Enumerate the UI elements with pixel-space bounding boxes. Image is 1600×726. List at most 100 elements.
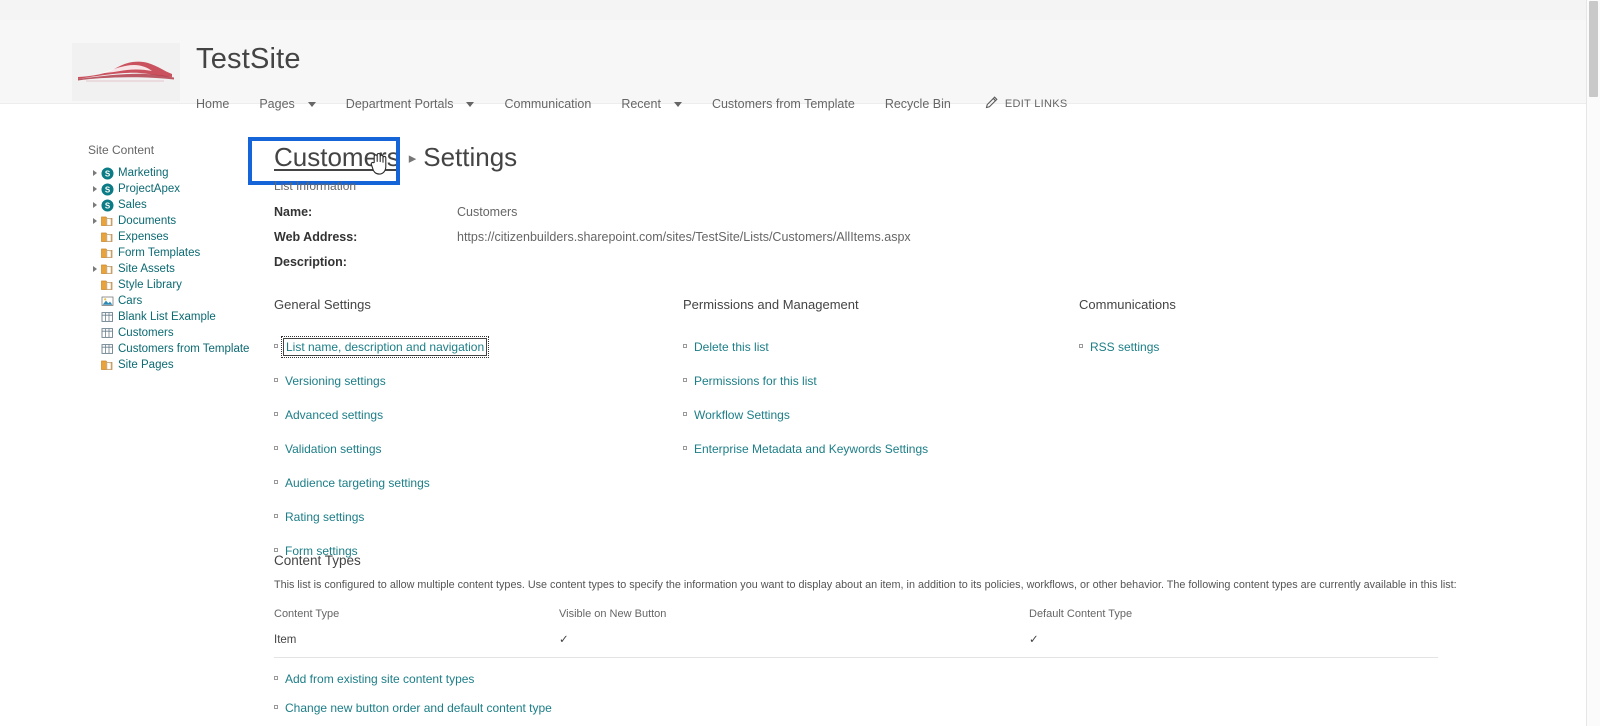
link-label[interactable]: Advanced settings [284,407,384,423]
tree-item-customers[interactable]: Customers [88,325,278,341]
chevron-down-icon[interactable] [307,101,316,107]
communications-column: Communications RSS settings [1079,296,1409,373]
tree-item-label[interactable]: Customers from Template [118,341,249,357]
expand-arrow-icon[interactable] [88,218,101,224]
link-label[interactable]: Enterprise Metadata and Keywords Setting… [693,441,929,457]
tree-item-documents[interactable]: Documents [88,213,278,229]
nav-item-home[interactable]: Home [196,96,229,112]
tree-item-projectapex[interactable]: S ProjectApex [88,181,278,197]
sharepoint-list-settings-page: TestSite Home Pages Department Portals C… [0,0,1600,726]
bullet-icon [274,475,284,484]
tree-item-label[interactable]: Style Library [118,277,182,293]
link-audience-targeting-settings[interactable]: Audience targeting settings [274,475,674,491]
link-add-from-existing-site-content-types[interactable]: Add from existing site content types [274,671,1514,687]
bullet-icon [274,373,284,382]
tree-item-form-templates[interactable]: Form Templates [88,245,278,261]
link-change-new-button-order[interactable]: Change new button order and default cont… [274,700,1514,716]
link-form-settings[interactable]: Form settings [274,543,674,559]
bullet-icon [274,543,284,552]
edit-links-button[interactable]: EDIT LINKS [985,96,1068,112]
link-label[interactable]: RSS settings [1089,339,1160,355]
link-label[interactable]: Audience targeting settings [284,475,431,491]
nav-item-recent[interactable]: Recent [621,96,682,112]
site-logo-icon[interactable] [72,43,180,101]
nav-item-communication[interactable]: Communication [504,96,591,112]
info-key: Web Address: [274,230,358,244]
link-delete-this-list[interactable]: Delete this list [683,339,1073,355]
link-validation-settings[interactable]: Validation settings [274,441,674,457]
scrollbar-thumb[interactable] [1589,1,1598,97]
link-advanced-settings[interactable]: Advanced settings [274,407,674,423]
table-header-row: Content Type Visible on New Button Defau… [274,607,1438,632]
link-label[interactable]: Rating settings [284,509,365,525]
tree-item-site-pages[interactable]: Site Pages [88,357,278,373]
tree-item-expenses[interactable]: Expenses [88,229,278,245]
tree-item-sales[interactable]: S Sales [88,197,278,213]
link-permissions-for-this-list[interactable]: Permissions for this list [683,373,1073,389]
tree-item-label[interactable]: Expenses [118,229,169,245]
nav-item-label: Department Portals [345,97,454,111]
breadcrumb-list-link[interactable]: Customers [274,140,400,174]
sharepoint-site-icon: S [101,167,118,180]
nav-item-pages[interactable]: Pages [259,96,316,112]
list-icon [101,343,118,355]
tree-item-label[interactable]: Site Assets [118,261,175,277]
tree-item-marketing[interactable]: S Marketing [88,165,278,181]
tree-item-site-assets[interactable]: Site Assets [88,261,278,277]
expand-arrow-icon[interactable] [88,202,101,208]
link-enterprise-metadata-keywords-settings[interactable]: Enterprise Metadata and Keywords Setting… [683,441,1073,457]
link-list-name-description-navigation[interactable]: List name, description and navigation [274,336,674,358]
info-key: Description: [274,255,347,269]
document-library-icon [101,231,118,244]
nav-item-department-portals[interactable]: Department Portals [346,96,475,112]
link-label[interactable]: Permissions for this list [693,373,818,389]
bullet-icon [274,671,284,680]
pencil-icon [985,96,998,112]
chevron-down-icon[interactable] [466,101,475,107]
bullet-icon [274,700,284,709]
link-label[interactable]: Versioning settings [284,373,387,389]
tree-item-cars[interactable]: Cars [88,293,278,309]
nav-item-customers-from-template[interactable]: Customers from Template [712,96,855,112]
tree-item-label[interactable]: Cars [118,293,142,309]
cell-visible-on-new-button-check: ✓ [559,632,1029,658]
cell-content-type-name[interactable]: Item [274,632,559,658]
nav-item-recycle-bin[interactable]: Recycle Bin [885,96,951,112]
link-workflow-settings[interactable]: Workflow Settings [683,407,1073,423]
table-row: Name: Customers [274,204,911,229]
tree-item-label[interactable]: Site Pages [118,357,174,373]
link-label[interactable]: Add from existing site content types [284,671,475,687]
tree-item-label[interactable]: Documents [118,213,176,229]
document-library-icon [101,215,118,228]
link-label[interactable]: Form settings [284,543,359,559]
nav-item-label: Recent [621,97,661,111]
tree-item-style-library[interactable]: Style Library [88,277,278,293]
tree-item-blank-list-example[interactable]: Blank List Example [88,309,278,325]
cell-default-content-type-check: ✓ [1029,632,1438,658]
tree-item-label[interactable]: Marketing [118,165,169,181]
link-label[interactable]: Workflow Settings [693,407,791,423]
expand-arrow-icon[interactable] [88,186,101,192]
expand-arrow-icon[interactable] [88,266,101,272]
expand-arrow-icon[interactable] [88,170,101,176]
link-label[interactable]: Change new button order and default cont… [284,700,553,716]
list-information-table: Name: Customers Web Address: https://cit… [274,204,911,279]
tree-item-label[interactable]: Sales [118,197,147,213]
bullet-icon [1079,339,1089,348]
link-label[interactable]: Delete this list [693,339,770,355]
chevron-down-icon[interactable] [673,101,682,107]
tree-item-customers-from-template[interactable]: Customers from Template [88,341,278,357]
tree-item-label[interactable]: Customers [118,325,174,341]
link-label[interactable]: Validation settings [284,441,383,457]
tree-item-label[interactable]: ProjectApex [118,181,180,197]
nav-item-label: Customers from Template [711,97,855,111]
tree-item-label[interactable]: Form Templates [118,245,200,261]
link-rating-settings[interactable]: Rating settings [274,509,674,525]
page-scrollbar[interactable] [1586,0,1600,726]
link-rss-settings[interactable]: RSS settings [1079,339,1409,355]
column-header-default-content-type: Default Content Type [1029,608,1133,620]
link-label[interactable]: List name, description and navigation [280,336,490,358]
tree-item-label[interactable]: Blank List Example [118,309,216,325]
settings-columns: General Settings List name, description … [274,296,1514,558]
link-versioning-settings[interactable]: Versioning settings [274,373,674,389]
